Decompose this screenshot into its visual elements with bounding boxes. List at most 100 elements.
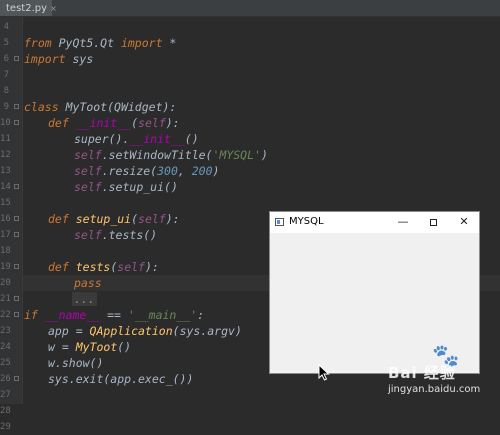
code-token: __name__ <box>44 308 101 322</box>
code-line-21: ... <box>72 291 97 307</box>
code-token: == <box>100 308 128 322</box>
code-token: .setup_ui() <box>101 180 178 194</box>
line-number: 27 <box>0 390 11 400</box>
code-token: pass <box>74 276 102 290</box>
code-token: __init__ <box>75 116 132 130</box>
fold-marker-icon[interactable] <box>14 312 19 317</box>
line-number: 28 <box>0 406 11 416</box>
fold-marker-icon[interactable] <box>14 216 19 221</box>
code-token: self <box>74 180 102 194</box>
code-token: import <box>120 36 163 50</box>
tab-close-icon[interactable]: × <box>50 4 57 13</box>
code-token: app = <box>48 324 90 338</box>
line-number: 12 <box>0 150 11 160</box>
code-token: self <box>74 164 102 178</box>
qt-window-titlebar[interactable]: MYSQL — ✕ <box>270 212 479 233</box>
code-token: self <box>117 260 145 274</box>
code-token: self <box>138 212 166 226</box>
code-token: self <box>74 148 102 162</box>
code-token: ) <box>260 148 268 162</box>
line-number: 14 <box>0 182 11 192</box>
code-token: ( <box>131 212 139 226</box>
code-line-13: self.resize(300, 200) <box>74 163 219 179</box>
fold-marker-icon[interactable] <box>14 296 19 301</box>
minimize-button[interactable]: — <box>393 214 413 230</box>
file-tab-test2[interactable]: test2.py × <box>0 0 57 16</box>
code-token: if <box>24 308 38 322</box>
code-token: MyToot <box>65 100 108 114</box>
file-tab-label: test2.py <box>6 2 48 14</box>
code-token: .setWindowTitle( <box>101 148 213 162</box>
code-token: ) <box>212 164 220 178</box>
line-number: 18 <box>0 246 11 256</box>
fold-marker-icon[interactable] <box>14 184 19 189</box>
code-token: QApplication <box>89 324 173 338</box>
folded-code-placeholder[interactable]: ... <box>72 292 97 306</box>
code-token: : <box>197 308 205 322</box>
line-number: 23 <box>0 326 11 336</box>
fold-marker-icon[interactable] <box>14 104 19 109</box>
editor-tab-bar: test2.py × <box>0 0 500 17</box>
code-line-9: class MyToot(QWidget): <box>24 99 176 115</box>
code-token: ): <box>165 116 180 130</box>
line-number: 15 <box>0 198 11 208</box>
code-line-12: self.setWindowTitle('MYSQL') <box>74 147 268 163</box>
code-token: MyToot <box>75 340 118 354</box>
line-number: 4 <box>3 22 9 32</box>
code-token: sys <box>65 52 94 66</box>
code-line-11: super().__init__() <box>74 131 199 147</box>
code-token: from <box>24 36 52 50</box>
fold-marker-icon[interactable] <box>14 56 19 61</box>
line-number: 21 <box>0 294 11 304</box>
code-token: .resize( <box>101 164 158 178</box>
code-line-6: import sys <box>24 51 93 67</box>
code-line-23: app = QApplication(sys.argv) <box>48 323 242 339</box>
code-token: 'MYSQL' <box>212 148 261 162</box>
code-token: (). <box>108 132 130 146</box>
code-token: PyQt5.Qt <box>51 36 121 50</box>
code-line-25: w.show() <box>48 355 103 371</box>
code-token: self <box>138 116 166 130</box>
code-line-5: from PyQt5.Qt import * <box>24 35 176 51</box>
line-number: 19 <box>0 262 11 272</box>
code-line-14: self.setup_ui() <box>74 179 178 195</box>
window-app-icon <box>275 218 284 226</box>
baidu-watermark: 🐾 Bai 经验 jingyan.baidu.com <box>388 344 498 402</box>
maximize-button[interactable] <box>423 214 443 230</box>
watermark-brand: Bai 经验 <box>388 364 456 382</box>
code-line-19: def tests(self): <box>48 259 159 275</box>
fold-marker-icon[interactable] <box>14 232 19 237</box>
code-token: 200 <box>191 164 213 178</box>
fold-marker-icon[interactable] <box>14 120 19 125</box>
code-token: () <box>117 340 132 354</box>
code-token: setup_ui <box>75 212 132 226</box>
line-number: 7 <box>3 70 9 80</box>
line-number: 10 <box>0 118 11 128</box>
code-token: ): <box>144 260 159 274</box>
code-token: 300 <box>157 164 178 178</box>
code-token: tests <box>75 260 111 274</box>
watermark-url: jingyan.baidu.com <box>388 384 481 395</box>
code-token: __init__ <box>129 132 185 146</box>
fold-marker-icon[interactable] <box>14 376 19 381</box>
code-token: ( <box>131 116 139 130</box>
code-token: def <box>48 260 69 274</box>
code-token: '__main__' <box>127 308 198 322</box>
code-line-17: self.tests() <box>74 227 157 243</box>
close-button[interactable]: ✕ <box>454 214 474 230</box>
code-token: sys.exit(app.exec_()) <box>48 372 194 386</box>
code-line-16: def setup_ui(self): <box>48 211 180 227</box>
code-token: * <box>162 36 177 50</box>
code-token: ): <box>165 212 180 226</box>
code-token: () <box>184 132 199 146</box>
code-token: class <box>24 100 59 114</box>
fold-marker-icon[interactable] <box>14 264 19 269</box>
code-line-10: def __init__(self): <box>48 115 180 131</box>
line-number: 5 <box>3 38 9 48</box>
line-number: 25 <box>0 358 11 368</box>
